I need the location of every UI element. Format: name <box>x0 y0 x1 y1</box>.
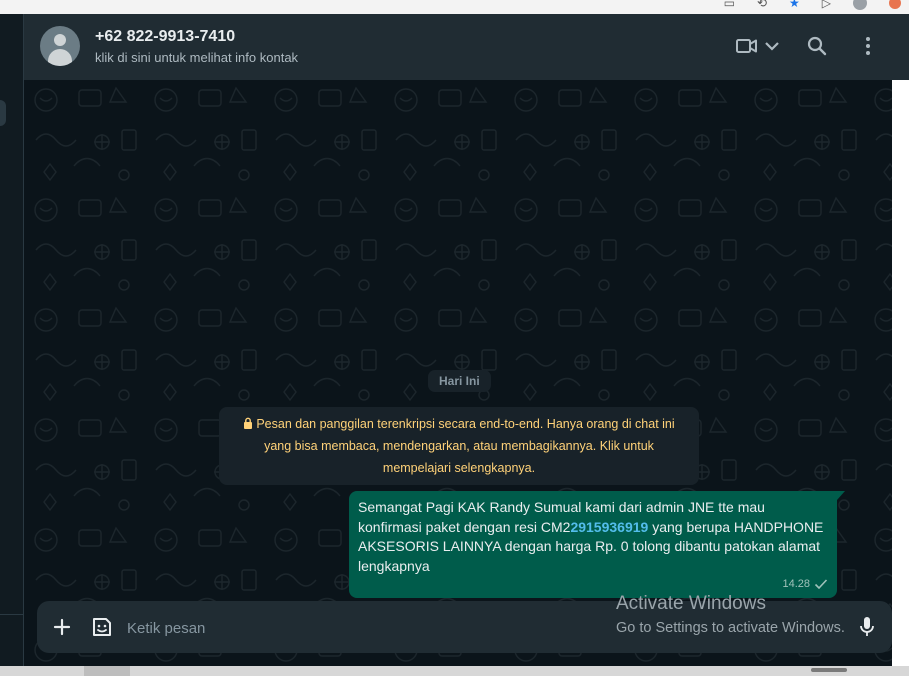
outgoing-message-bubble[interactable]: Semangat Pagi KAK Randy Sumual kami dari… <box>349 491 837 598</box>
video-call-button[interactable] <box>734 34 782 58</box>
cast-icon[interactable]: ▷ <box>822 0 831 10</box>
lock-icon <box>244 417 253 429</box>
taskbar-item[interactable] <box>84 666 130 676</box>
taskbar <box>0 666 909 676</box>
message-tail <box>837 491 845 500</box>
message-time: 14.28 <box>782 577 810 590</box>
browser-toolbar: ▭ ⟲ ★ ▷ <box>0 0 909 15</box>
browser-icon[interactable]: ⟲ <box>757 0 767 10</box>
browser-icon[interactable]: ▭ <box>724 0 735 10</box>
avatar-icon[interactable] <box>40 26 80 66</box>
tracking-number-link[interactable]: 2915936919 <box>570 519 648 535</box>
taskbar-clock <box>811 668 847 672</box>
message-meta: 14.28 <box>782 575 828 595</box>
microphone-icon <box>860 617 874 636</box>
search-icon <box>807 36 827 56</box>
chevron-down-icon <box>765 42 779 51</box>
browser-toolbar-icons: ▭ ⟲ ★ ▷ <box>724 0 901 10</box>
extension-icon[interactable] <box>889 0 901 9</box>
search-button[interactable] <box>805 34 829 58</box>
sticker-button[interactable] <box>90 615 114 639</box>
contact-info-hint[interactable]: klik di sini untuk melihat info kontak <box>95 50 298 65</box>
message-composer <box>37 601 892 653</box>
date-separator: Hari Ini <box>428 370 491 392</box>
bookmark-star-icon[interactable]: ★ <box>789 0 800 10</box>
encryption-notice[interactable]: Pesan dan panggilan terenkripsi secara e… <box>219 407 699 485</box>
video-call-icon <box>736 39 757 53</box>
window-edge <box>892 80 909 666</box>
encryption-notice-text: Pesan dan panggilan terenkripsi secara e… <box>256 417 675 475</box>
more-options-button[interactable] <box>856 34 880 58</box>
message-input[interactable] <box>125 614 709 642</box>
single-check-icon <box>814 579 828 590</box>
profile-avatar-icon[interactable] <box>853 0 867 10</box>
chat-list-sidebar <box>0 14 24 666</box>
plus-icon <box>53 618 71 636</box>
sidebar-divider <box>0 614 23 615</box>
chat-header[interactable]: +62 822-9913-7410 klik di sini untuk mel… <box>24 14 909 80</box>
contact-name[interactable]: +62 822-9913-7410 <box>95 28 235 46</box>
chat-messages-panel[interactable]: Hari Ini Pesan dan panggilan terenkripsi… <box>24 80 892 666</box>
voice-message-button[interactable] <box>855 615 879 639</box>
more-vertical-icon <box>866 37 870 55</box>
sticker-icon <box>93 618 111 636</box>
sidebar-scroll-handle[interactable] <box>0 100 6 126</box>
attach-button[interactable] <box>50 615 74 639</box>
